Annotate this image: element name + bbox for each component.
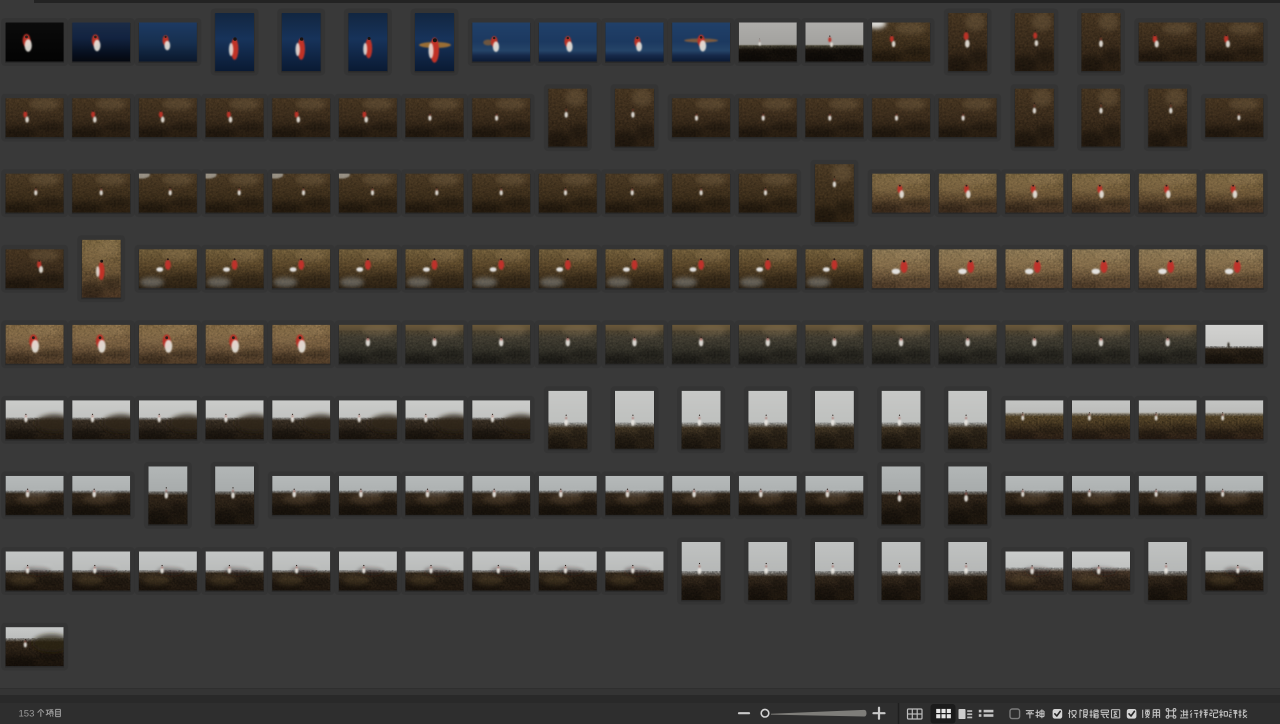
- svg-text:153: 153: [19, 709, 35, 720]
